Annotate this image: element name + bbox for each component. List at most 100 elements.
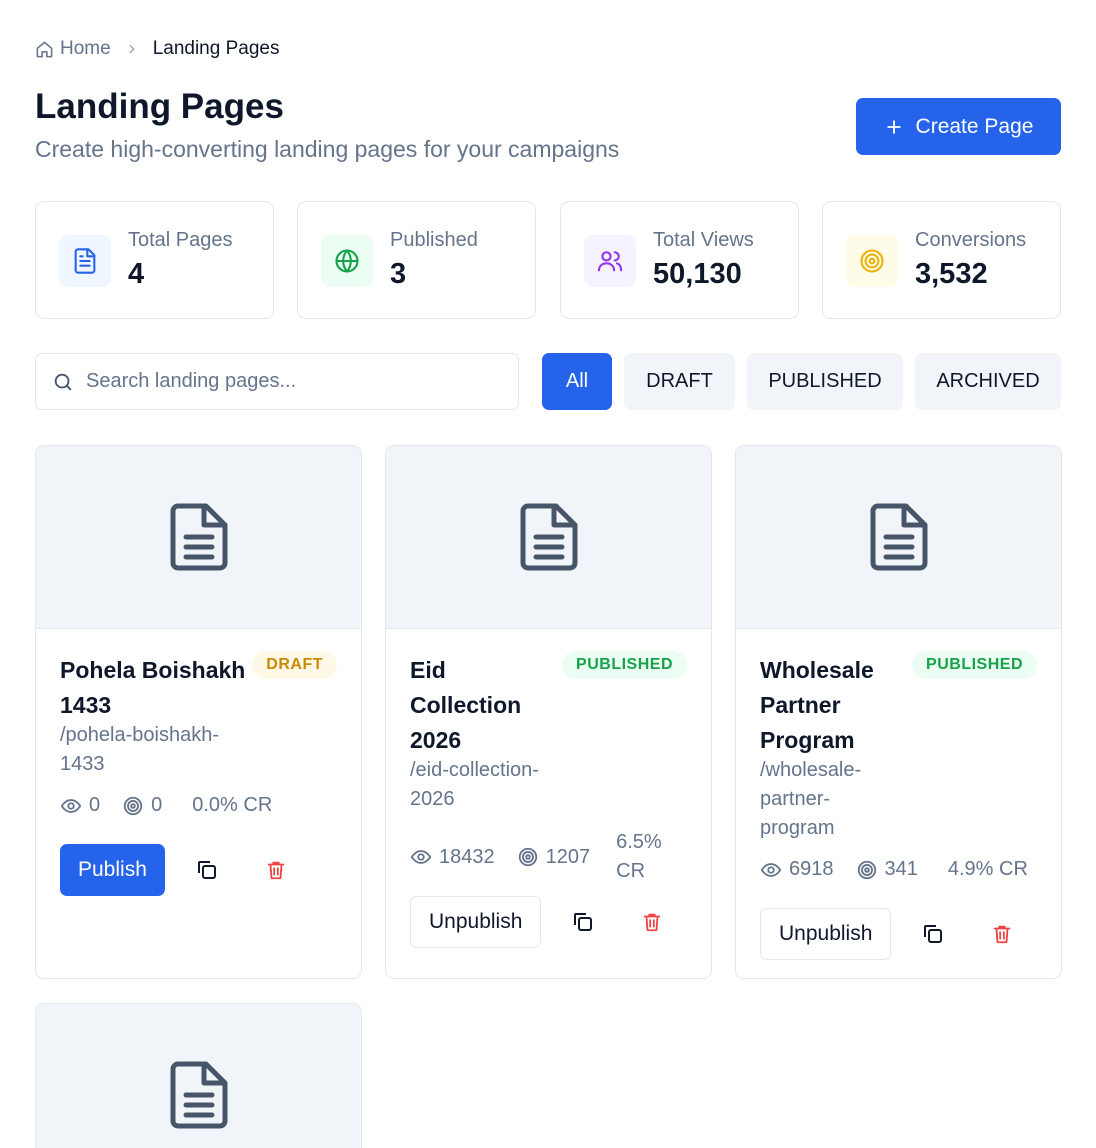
filter-draft[interactable]: DRAFT — [624, 353, 735, 410]
stat-value: 3 — [390, 258, 407, 290]
stat-label: Total Views — [653, 229, 754, 251]
card-slug: /wholesale-partner-program — [760, 756, 1037, 843]
card-slug-line: /pohela-boishakh- — [60, 724, 219, 746]
create-page-label: Create Page — [915, 114, 1034, 138]
eye-icon — [410, 850, 432, 864]
stat-label: Total Pages — [128, 229, 233, 251]
conversions-stat: 341 — [856, 858, 918, 881]
landing-page-card: Eid Collection 2026 PUBLISHED/eid-collectio… — [385, 445, 712, 979]
search-icon — [54, 373, 72, 390]
breadcrumb: Home Landing Pages — [35, 36, 279, 62]
conversion-rate: 6.5% CR — [616, 828, 662, 886]
trash-icon[interactable] — [634, 904, 670, 940]
card-thumbnail — [736, 446, 1061, 629]
card-title-line: Pohela Boishakh — [60, 657, 246, 683]
trash-icon[interactable] — [258, 852, 294, 888]
conversions-count: 341 — [884, 858, 918, 880]
card-title-line: 1433 — [60, 692, 112, 718]
card-thumbnail — [36, 1004, 361, 1148]
create-page-button[interactable]: Create Page — [856, 98, 1061, 155]
chevron-right-icon — [125, 42, 139, 56]
card-slug-line: 2026 — [410, 788, 455, 810]
breadcrumb-current: Landing Pages — [152, 38, 280, 59]
conversion-rate-line: 4.9% CR — [947, 858, 1028, 880]
conversion-rate-line: 0.0% CR — [192, 794, 273, 816]
conversions-stat: 1207 — [517, 845, 591, 869]
card-title-line: Partner — [760, 692, 841, 718]
views-stat: 0 — [60, 794, 100, 817]
card-actions: Unpublish — [410, 896, 687, 948]
target-icon — [518, 847, 537, 867]
target-icon — [846, 235, 898, 287]
card-title[interactable]: Pohela Boishakh 1433 — [60, 653, 260, 723]
publish-button[interactable]: Publish — [60, 844, 165, 896]
eye-icon — [760, 862, 782, 877]
document-icon — [520, 503, 577, 571]
card-actions: Publish — [60, 844, 337, 896]
card-slug-line: 1433 — [60, 753, 105, 775]
trash-icon[interactable] — [984, 916, 1020, 952]
views-count: 6918 — [789, 858, 834, 880]
card-stats: 6918 341 4.9% CR — [760, 855, 1037, 884]
breadcrumb-home[interactable]: Home — [35, 38, 111, 60]
card-slug: /eid-collection- 2026 — [410, 756, 687, 814]
unpublish-button[interactable]: Unpublish — [760, 908, 892, 960]
conversion-rate: 4.9% CR — [948, 855, 1028, 884]
page-subtitle: Create high-converting landing pages for… — [35, 136, 620, 162]
stat-value: 3,532 — [915, 258, 988, 290]
users-icon — [584, 235, 636, 287]
stat-value: 4 — [128, 258, 145, 290]
duplicate-icon[interactable] — [915, 916, 951, 952]
card-thumbnail — [36, 446, 361, 629]
landing-page-card: Pohela Boishakh 1433 DRAFT/pohela-boishakh… — [35, 445, 362, 979]
stat-label: Conversions — [915, 229, 1027, 251]
stat-label: Published — [390, 229, 478, 251]
status-badge: PUBLISHED — [562, 651, 687, 679]
filter-all[interactable]: All — [542, 353, 612, 410]
duplicate-icon[interactable] — [565, 904, 601, 940]
card-stats: 0 0 0.0% CR — [60, 791, 337, 820]
card-slug-line: /wholesale- — [760, 759, 862, 781]
card-slug-line: partner- — [760, 788, 831, 810]
card-title[interactable]: Eid Collection 2026 — [410, 653, 560, 758]
views-stat: 6918 — [760, 858, 834, 881]
target-icon — [857, 860, 876, 879]
search-input[interactable] — [86, 370, 486, 393]
card-slug: /pohela-boishakh- 1433 — [60, 721, 337, 779]
home-icon — [36, 41, 53, 57]
card-title[interactable]: Wholesale Partner Program — [760, 653, 910, 758]
card-title-line: Program — [760, 727, 855, 753]
card-title-line: Collection — [410, 692, 522, 718]
views-count: 18432 — [439, 845, 495, 868]
stat-card-conversions: Conversions 3,532 — [822, 201, 1061, 319]
breadcrumb-home-label: Home — [60, 38, 111, 59]
conversions-count: 1207 — [545, 845, 591, 868]
conversions-count: 0 — [151, 794, 163, 816]
landing-page-card: Wholesale Partner Program PUBLISHED/wholesa… — [735, 445, 1062, 979]
unpublish-button[interactable]: Unpublish — [410, 896, 542, 948]
target-icon — [123, 796, 143, 815]
views-count: 0 — [89, 794, 101, 816]
stat-value: 50,130 — [653, 258, 742, 290]
conversion-rate-line: 6.5% — [616, 831, 662, 853]
document-icon — [170, 503, 227, 571]
conversions-stat: 0 — [122, 794, 162, 817]
views-stat: 18432 — [410, 846, 495, 869]
stat-card-total-views: Total Views 50,130 — [560, 201, 799, 319]
stat-card-published: Published 3 — [297, 201, 536, 319]
card-title-line: Wholesale — [760, 657, 874, 683]
card-title-line: 2026 — [410, 727, 462, 753]
document-icon — [170, 1061, 227, 1129]
card-thumbnail — [386, 446, 711, 629]
globe-icon — [321, 235, 373, 287]
status-badge: DRAFT — [252, 651, 337, 679]
stat-card-total-pages: Total Pages 4 — [35, 201, 274, 319]
filter-archived[interactable]: ARCHIVED — [915, 353, 1061, 410]
eye-icon — [60, 798, 82, 813]
card-actions: Unpublish — [760, 908, 1037, 960]
card-slug-line: /eid-collection- — [410, 759, 539, 781]
filter-published[interactable]: PUBLISHED — [747, 353, 903, 410]
duplicate-icon[interactable] — [189, 852, 225, 888]
search-box — [35, 353, 519, 410]
conversion-rate: 0.0% CR — [192, 791, 272, 820]
